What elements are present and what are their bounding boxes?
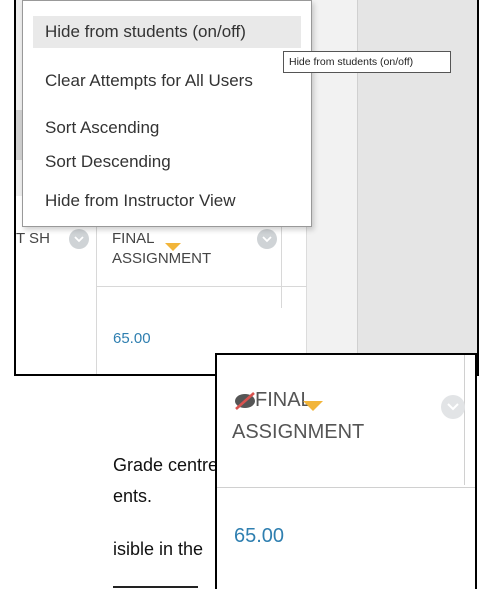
zoom-sort-arrow-icon xyxy=(303,398,323,416)
column-chevron-down-icon[interactable] xyxy=(257,229,277,249)
zoomed-column-header: FINAL ASSIGNMENT 65.00 xyxy=(215,353,477,589)
zoom-header-assignment: ASSIGNMENT xyxy=(232,421,365,443)
row-divider xyxy=(97,286,307,287)
menu-item-sort-descending[interactable]: Sort Descending xyxy=(23,146,311,178)
instruction-text-line3: isible in the xyxy=(113,539,204,559)
eye-slash-icon xyxy=(234,391,256,416)
menu-item-hide-from-students[interactable]: Hide from students (on/off) xyxy=(33,16,301,48)
menu-item-clear-attempts[interactable]: Clear Attempts for All Users xyxy=(23,65,311,97)
instruction-text-line4-cut xyxy=(113,580,208,589)
grade-cell-value[interactable]: 65.00 xyxy=(113,330,151,347)
menu-item-sort-ascending[interactable]: Sort Ascending xyxy=(23,112,311,144)
column-divider xyxy=(464,355,465,485)
prev-column-chevron-down-icon[interactable] xyxy=(69,229,89,249)
column-header-final[interactable]: FINAL xyxy=(112,229,155,249)
instruction-text-line2: ents. xyxy=(113,486,153,506)
row-divider xyxy=(217,487,475,488)
instruction-text-line1: Grade centre xyxy=(113,455,219,475)
zoom-grade-value[interactable]: 65.00 xyxy=(234,525,284,548)
tooltip: Hide from students (on/off) xyxy=(283,51,451,73)
menu-item-hide-from-instructor-view[interactable]: Hide from Instructor View xyxy=(23,185,311,217)
column-context-menu: Hide from students (on/off) Clear Attemp… xyxy=(22,0,312,227)
zoom-chevron-down-icon[interactable] xyxy=(441,395,465,419)
prev-column-header: T SH xyxy=(16,230,50,247)
column-header-assignment[interactable]: ASSIGNMENT xyxy=(112,249,211,269)
